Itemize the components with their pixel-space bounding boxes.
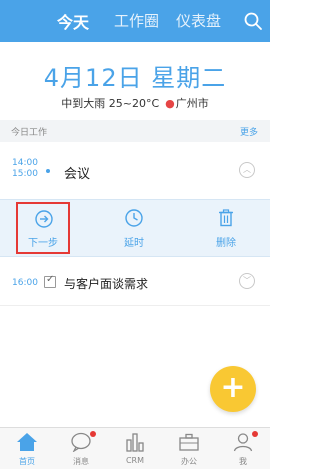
delay-label: 延时 xyxy=(124,238,144,249)
notification-badge xyxy=(90,431,96,437)
task-title: 与客户面谈需求 xyxy=(64,277,149,291)
top-bar: 今天 工作圈 仪表盘 xyxy=(0,0,270,42)
delay-button[interactable]: 延时 xyxy=(104,200,164,256)
clock-icon xyxy=(125,209,143,227)
task-checkbox[interactable]: ✓ xyxy=(44,274,56,288)
bottom-nav: 首页 消息 CRM 办公 我 xyxy=(0,427,270,469)
nav-messages[interactable]: 消息 xyxy=(54,428,108,469)
delete-button[interactable]: 删除 xyxy=(196,200,256,256)
weather-row: 中到大雨 25~20°C ●广州市 xyxy=(0,95,270,111)
search-button[interactable] xyxy=(242,10,264,32)
task-dot xyxy=(46,169,50,173)
nav-home-label: 首页 xyxy=(19,457,35,466)
nav-crm[interactable]: CRM xyxy=(108,428,162,469)
nav-crm-label: CRM xyxy=(125,456,145,465)
section-label: 今日工作 xyxy=(11,128,48,138)
nav-office[interactable]: 办公 xyxy=(162,428,216,469)
checkmark-icon: ✓ xyxy=(46,274,55,285)
chevron-down-icon: ﹀ xyxy=(243,276,251,285)
section-header: 今日工作 更多 xyxy=(0,120,270,142)
task-time: 14:00 15:00 xyxy=(12,158,38,180)
task-item[interactable]: 14:00 15:00 会议 ︿ xyxy=(0,142,270,198)
next-step-button[interactable]: 下一步 xyxy=(16,202,70,254)
task-title: 会议 xyxy=(64,167,91,182)
expand-button[interactable]: ﹀ xyxy=(239,273,255,289)
collapse-button[interactable]: ︿ xyxy=(239,162,255,178)
nav-me[interactable]: 我 xyxy=(216,428,270,469)
trash-icon xyxy=(219,209,233,227)
chat-bubble-icon xyxy=(71,432,91,452)
location-text: 广州市 xyxy=(175,97,209,110)
arrow-right-circle-icon xyxy=(35,210,53,228)
add-button[interactable]: + xyxy=(210,366,256,412)
delete-label: 删除 xyxy=(216,238,236,249)
nav-messages-label: 消息 xyxy=(73,457,89,466)
person-icon xyxy=(233,433,253,452)
date-title: 4月12日 星期二 xyxy=(43,64,227,92)
plus-icon: + xyxy=(220,370,246,405)
task-start-time: 16:00 xyxy=(12,278,38,288)
location-pin-icon: ● xyxy=(165,97,175,110)
tab-today[interactable]: 今天 xyxy=(57,9,89,33)
tab-dashboard[interactable]: 仪表盘 xyxy=(176,10,221,31)
briefcase-icon xyxy=(179,433,199,451)
tab-work-circle[interactable]: 工作圈 xyxy=(114,10,159,31)
weather-text: 中到大雨 25~20°C xyxy=(61,97,160,110)
nav-office-label: 办公 xyxy=(181,457,197,466)
task-end-time: 15:00 xyxy=(12,169,38,179)
bar-chart-icon xyxy=(126,433,144,452)
more-link[interactable]: 更多 xyxy=(240,125,258,138)
next-step-label: 下一步 xyxy=(28,238,58,249)
task-start-time: 14:00 xyxy=(12,158,38,168)
task-item[interactable]: 16:00 ✓ 与客户面谈需求 ﹀ xyxy=(0,260,270,306)
task-actions: 下一步 延时 删除 xyxy=(0,199,270,257)
search-icon xyxy=(244,12,262,30)
nav-home[interactable]: 首页 xyxy=(0,428,54,469)
home-icon xyxy=(17,433,37,451)
chevron-up-icon: ︿ xyxy=(243,165,251,174)
nav-me-label: 我 xyxy=(239,457,247,466)
notification-badge xyxy=(252,431,258,437)
